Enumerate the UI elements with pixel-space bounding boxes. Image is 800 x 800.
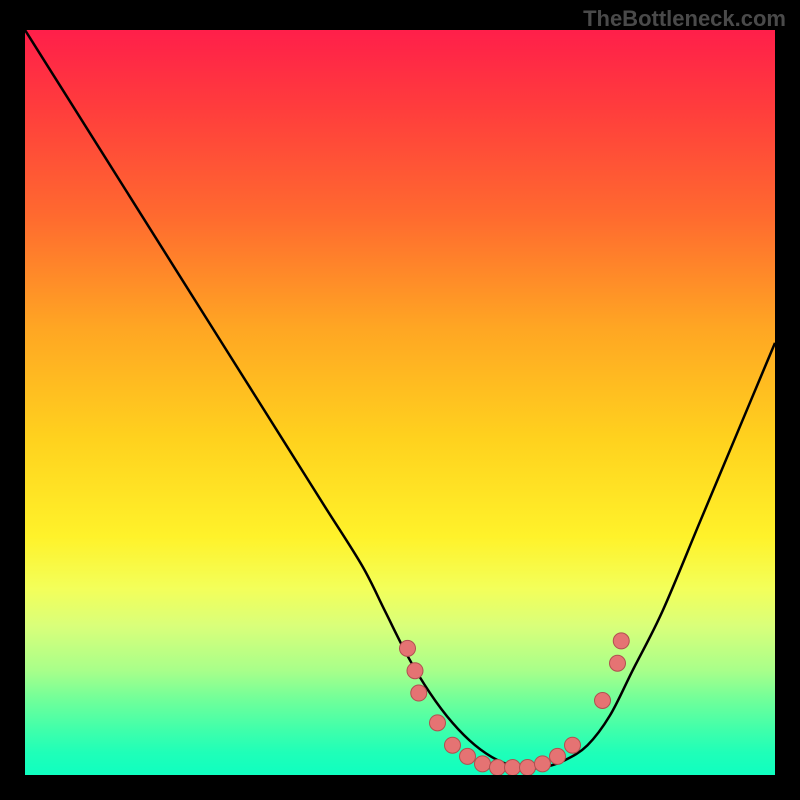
optimal-point-marker (535, 756, 551, 772)
optimal-point-marker (595, 693, 611, 709)
optimal-point-marker (505, 760, 521, 775)
watermark: TheBottleneck.com (583, 6, 786, 32)
optimal-point-marker (610, 655, 626, 671)
optimal-point-marker (613, 633, 629, 649)
optimal-point-marker (520, 760, 536, 775)
optimal-point-marker (400, 640, 416, 656)
optimal-point-marker (411, 685, 427, 701)
optimal-point-marker (445, 737, 461, 753)
chart-svg (25, 30, 775, 775)
marker-group (400, 633, 630, 775)
optimal-point-marker (407, 663, 423, 679)
optimal-point-marker (430, 715, 446, 731)
optimal-point-marker (475, 756, 491, 772)
optimal-point-marker (565, 737, 581, 753)
optimal-point-marker (490, 760, 506, 775)
chart-plot-area (25, 30, 775, 775)
bottleneck-curve (25, 30, 775, 768)
optimal-point-marker (550, 748, 566, 764)
optimal-point-marker (460, 748, 476, 764)
